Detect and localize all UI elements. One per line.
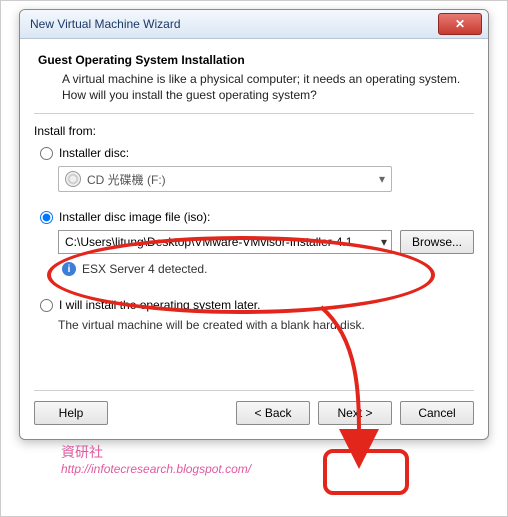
option-iso-label: Installer disc image file (iso): — [59, 210, 210, 224]
button-bar: Help < Back Next > Cancel — [34, 390, 474, 425]
wizard-content: Guest Operating System Installation A vi… — [20, 39, 488, 439]
titlebar: New Virtual Machine Wizard ✕ — [20, 10, 488, 39]
watermark-cn: 資研社 — [61, 442, 251, 462]
next-button[interactable]: Next > — [318, 401, 392, 425]
disc-drive-text: CD 光碟機 (F:) — [87, 171, 166, 188]
watermark: 資研社 http://infotecresearch.blogspot.com/ — [61, 442, 251, 476]
option-disc[interactable]: Installer disc: — [40, 146, 474, 160]
option-iso-block: Installer disc image file (iso): C:\User… — [34, 210, 474, 276]
page-heading: Guest Operating System Installation — [38, 53, 470, 67]
window-title: New Virtual Machine Wizard — [30, 17, 181, 31]
info-icon: i — [62, 262, 76, 276]
option-iso[interactable]: Installer disc image file (iso): — [40, 210, 474, 224]
option-later-label: I will install the operating system late… — [59, 298, 260, 312]
option-later-block: I will install the operating system late… — [34, 298, 474, 332]
watermark-url: http://infotecresearch.blogspot.com/ — [61, 462, 251, 476]
iso-path-combo[interactable]: C:\Users\litung\Desktop\VMware-VMvisor-I… — [58, 230, 392, 254]
detection-text: ESX Server 4 detected. — [82, 262, 207, 276]
close-icon: ✕ — [455, 17, 465, 31]
page-description: A virtual machine is like a physical com… — [62, 71, 470, 103]
chevron-down-icon: ▾ — [381, 235, 387, 249]
browse-button[interactable]: Browse... — [400, 230, 474, 254]
annotation-rect-next — [323, 449, 409, 495]
spacer — [116, 401, 228, 425]
install-from-label: Install from: — [34, 124, 474, 138]
option-later-note: The virtual machine will be created with… — [58, 318, 474, 332]
screenshot-frame: New Virtual Machine Wizard ✕ Guest Opera… — [0, 0, 508, 517]
iso-path-row: C:\Users\litung\Desktop\VMware-VMvisor-I… — [58, 230, 474, 254]
radio-disc[interactable] — [40, 147, 53, 160]
disc-drive-combo[interactable]: CD 光碟機 (F:) ▾ — [58, 166, 392, 192]
option-later[interactable]: I will install the operating system late… — [40, 298, 474, 312]
help-button[interactable]: Help — [34, 401, 108, 425]
chevron-down-icon: ▾ — [379, 172, 385, 186]
wizard-window: New Virtual Machine Wizard ✕ Guest Opera… — [19, 9, 489, 440]
disc-icon — [65, 171, 81, 187]
iso-path-text: C:\Users\litung\Desktop\VMware-VMvisor-I… — [65, 235, 352, 249]
back-button[interactable]: < Back — [236, 401, 310, 425]
option-disc-label: Installer disc: — [59, 146, 129, 160]
radio-iso[interactable] — [40, 211, 53, 224]
radio-later[interactable] — [40, 299, 53, 312]
close-button[interactable]: ✕ — [438, 13, 482, 35]
detection-info: i ESX Server 4 detected. — [62, 262, 474, 276]
cancel-button[interactable]: Cancel — [400, 401, 474, 425]
header-section: Guest Operating System Installation A vi… — [34, 49, 474, 114]
